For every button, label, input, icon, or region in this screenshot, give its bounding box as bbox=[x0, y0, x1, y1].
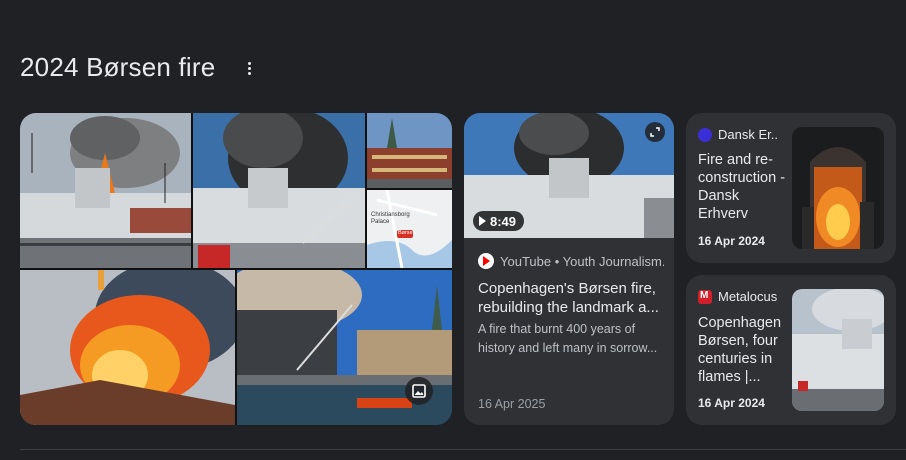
metalocus-source-row[interactable]: Metalocus bbox=[698, 289, 788, 304]
youtube-video-card[interactable]: 8:49 YouTube • Youth Journalism... Copen… bbox=[464, 113, 674, 425]
youtube-logo-icon bbox=[478, 253, 494, 269]
play-icon bbox=[479, 216, 486, 226]
dansk-source: Dansk Er... bbox=[718, 127, 778, 142]
metalocus-card[interactable]: Metalocus Copenhagen Børsen, four centur… bbox=[686, 275, 896, 425]
map-label-palace: Christiansborg Palace bbox=[371, 212, 410, 225]
collage-image-smoke-building[interactable] bbox=[193, 113, 365, 268]
metalocus-card-title[interactable]: Copenhagen Børsen, four centuries in fla… bbox=[698, 314, 788, 386]
collage-image-spire-fire[interactable] bbox=[20, 113, 191, 268]
section-divider bbox=[20, 449, 906, 450]
video-duration: 8:49 bbox=[490, 213, 517, 229]
metalocus-thumbnail[interactable] bbox=[792, 289, 884, 411]
map-label-borsen: Børsen bbox=[398, 230, 416, 236]
video-duration-badge: 8:49 bbox=[473, 211, 525, 231]
dansk-thumbnail[interactable] bbox=[792, 127, 884, 249]
image-collage[interactable]: Christiansborg Palace Børsen bbox=[20, 113, 452, 425]
more-vert-icon[interactable] bbox=[241, 60, 257, 80]
dansk-card-title[interactable]: Fire and re-construction - Dansk Erhverv bbox=[698, 151, 786, 223]
youtube-card-description: A fire that burnt 400 years of history a… bbox=[478, 322, 658, 355]
expand-icon[interactable] bbox=[645, 122, 665, 142]
collage-image-borsen-exterior[interactable] bbox=[367, 113, 452, 188]
dansk-source-row[interactable]: Dansk Er... bbox=[698, 127, 778, 142]
dansk-erhverv-card[interactable]: Dansk Er... Fire and re-construction - D… bbox=[686, 113, 896, 263]
collage-image-spire-collapse[interactable] bbox=[20, 270, 235, 425]
collage-image-canal-view[interactable] bbox=[237, 270, 452, 425]
dansk-erhverv-logo-icon bbox=[698, 127, 712, 142]
page-title: 2024 Børsen fire bbox=[20, 52, 216, 82]
metalocus-logo-icon bbox=[698, 289, 712, 304]
image-gallery-icon[interactable] bbox=[405, 377, 433, 405]
metalocus-source: Metalocus bbox=[718, 289, 778, 304]
youtube-card-date: 16 Apr 2025 bbox=[478, 397, 546, 411]
collage-image-map[interactable]: Christiansborg Palace Børsen bbox=[367, 190, 452, 268]
metalocus-card-date: 16 Apr 2024 bbox=[698, 396, 765, 410]
dansk-card-date: 16 Apr 2024 bbox=[698, 234, 765, 248]
youtube-source-row[interactable]: YouTube • Youth Journalism... bbox=[478, 253, 664, 269]
youtube-source: YouTube • Youth Journalism... bbox=[500, 253, 664, 269]
youtube-card-title[interactable]: Copenhagen's Børsen fire, rebuilding the… bbox=[478, 279, 664, 317]
